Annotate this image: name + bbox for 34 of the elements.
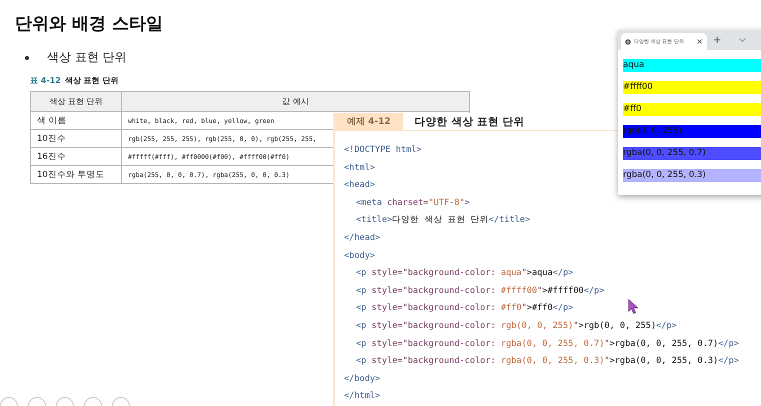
colored-paragraph: rgb(0, 0, 255) [623,125,761,138]
code-line: <p style="background-color: #ffff00">#ffff00</p> [356,284,604,298]
code-line: <p style="background-color: #ff0">#ff0</p> [356,302,574,316]
code-line: </body> [344,372,380,386]
colored-paragraph: #ff0 [623,103,761,116]
code-line: <p style="background-color: rgb(0, 0, 255)">rgb(0, 0, 255)</p> [356,320,677,333]
globe-icon [625,38,631,44]
table-caption-label: 표 4-12 [30,75,61,86]
code-line: <body> [344,250,376,263]
table-cell: 10진수 [30,130,122,148]
colored-paragraph: aqua [623,59,761,72]
code-line: <p style="background-color: rgba(0, 0, 255, 0.3)">rgba(0, 0, 255, 0.3)</p> [356,355,739,368]
mouse-pointer-icon [628,299,639,314]
code-line: <meta charset="UTF-8"> [356,196,470,210]
code-line: <title>다양한 색상 표현 단위</title> [356,214,530,228]
table-caption-title: 색상 표현 단위 [64,75,118,86]
page-title: 단위와 배경 스타일 [15,13,164,35]
code-line: <p style="background-color: aqua">aqua</p> [356,267,574,280]
code-line: <p style="background-color: rgba(0, 0, 255, 0.7)">rgba(0, 0, 255, 0.7)</p> [356,338,739,351]
table-header: 색상 표현 단위 [30,92,122,112]
code-line: </head> [344,232,380,245]
code-line: </html> [344,390,380,404]
bullet-icon [25,56,29,60]
colored-paragraph: #ffff00 [623,81,761,94]
table-header: 값 예시 [122,92,470,112]
table-cell: 16진수 [30,148,122,166]
colored-paragraph: rgba(0, 0, 255, 0.7) [623,147,761,160]
chevron-down-icon[interactable] [739,38,746,42]
close-tab-button[interactable]: × [696,37,703,46]
bullet-text: 색상 표현 단위 [47,49,127,66]
colored-paragraph: rgba(0, 0, 255, 0.3) [623,169,761,182]
table-cell: 색 이름 [30,112,122,130]
table-cell: 10진수와 투명도 [30,166,122,184]
new-tab-button[interactable]: + [713,34,722,46]
